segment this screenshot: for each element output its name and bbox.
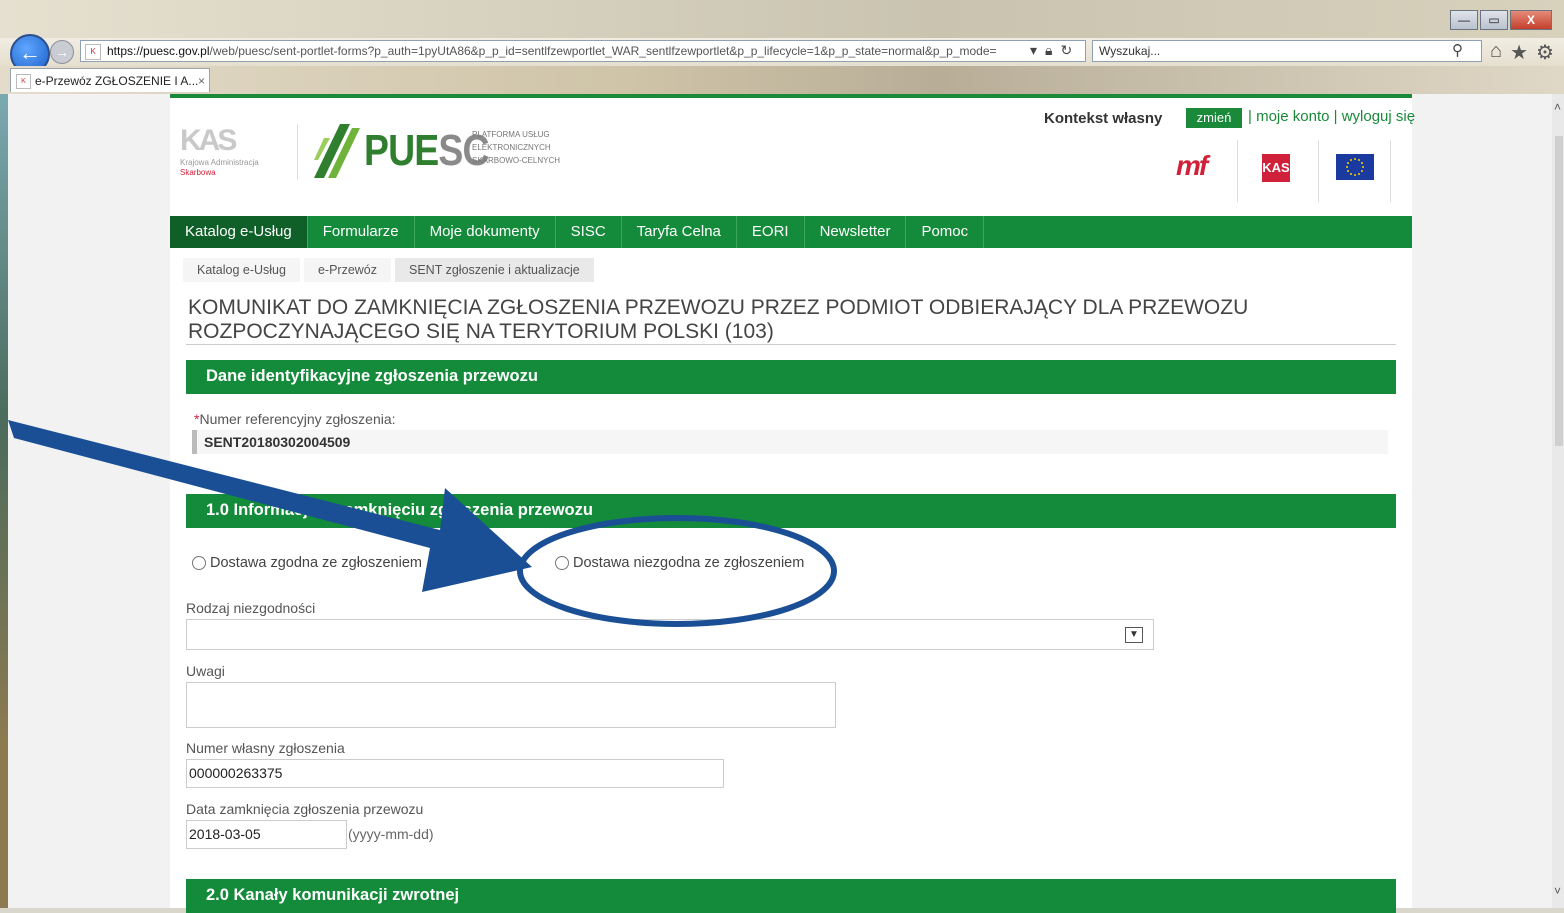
nav-item-formularze[interactable]: Formularze — [308, 216, 415, 248]
mf-logo[interactable]: mf — [1176, 150, 1208, 182]
tab-close-icon[interactable]: × — [198, 69, 205, 93]
close-window-button[interactable]: X — [1510, 10, 1552, 30]
logo-divider — [1237, 140, 1238, 202]
logo-divider — [297, 124, 298, 180]
nonconformity-type-select[interactable]: ▼ — [186, 619, 1154, 650]
gear-icon[interactable]: ⚙ — [1536, 40, 1554, 65]
radio-label: Dostawa zgodna ze zgłoszeniem — [210, 555, 422, 571]
browser-toolbar: ⌂ ★ ⚙ — [1490, 40, 1554, 65]
main-nav: Katalog e-Usług Formularze Moje dokument… — [170, 216, 1412, 248]
nav-item-sisc[interactable]: SISC — [556, 216, 622, 248]
back-arrow-icon: ← — [19, 40, 41, 65]
breadcrumb-item[interactable]: Katalog e-Usług — [183, 258, 300, 282]
nav-item-moje-dokumenty[interactable]: Moje dokumenty — [415, 216, 556, 248]
scroll-down-icon[interactable]: ˅ — [1554, 884, 1561, 898]
my-account-link[interactable]: moje konto — [1256, 108, 1329, 125]
nav-item-katalog[interactable]: Katalog e-Usług — [170, 216, 308, 248]
closure-date-input[interactable]: 2018-03-05 — [186, 820, 347, 849]
puesc-subtitle: PLATFORMA USŁUG ELEKTRONICZNYCH SKARBOWO-C… — [472, 130, 561, 165]
nav-item-newsletter[interactable]: Newsletter — [805, 216, 907, 248]
nav-item-eori[interactable]: EORI — [737, 216, 805, 248]
forward-button[interactable]: → — [50, 40, 74, 64]
kas-badge-logo[interactable]: KAS — [1262, 154, 1290, 182]
url-actions: ▾ 🔒︎ ↻ — [1030, 42, 1072, 59]
radio-delivery-noncompliant[interactable]: Dostawa niezgodna ze zgłoszeniem — [555, 555, 804, 571]
breadcrumb-item[interactable]: e-Przewóz — [303, 258, 391, 282]
puesc-wordmark: PUESC — [364, 126, 489, 175]
search-icon[interactable]: ⚲ — [1452, 41, 1463, 61]
breadcrumb: Katalog e-Usług e-Przewóz SENT zgłoszeni… — [183, 258, 598, 282]
page-title: KOMUNIKAT DO ZAMKNIĘCIA ZGŁOSZENIA PRZEW… — [188, 296, 1249, 343]
star-icon[interactable]: ★ — [1510, 40, 1528, 65]
nonconformity-type-label: Rodzaj niezgodności — [186, 600, 316, 616]
home-icon[interactable]: ⌂ — [1490, 40, 1502, 65]
remarks-label: Uwagi — [186, 663, 225, 679]
url-path: /web/puesc/sent-portlet-forms?p_auth=1py… — [209, 44, 997, 58]
scrollbar-thumb[interactable] — [1555, 136, 1563, 446]
window-titlebar — [0, 0, 1564, 40]
maximize-button[interactable]: ▭ — [1480, 10, 1508, 30]
window-controls: — ▭ X — [1450, 10, 1552, 30]
chevron-down-icon[interactable]: ▾ — [1030, 42, 1037, 59]
scroll-up-icon[interactable]: ˄ — [1554, 100, 1561, 114]
radio-delivery-compliant[interactable]: Dostawa zgodna ze zgłoszeniem — [192, 555, 422, 571]
radio-label: Dostawa niezgodna ze zgłoszeniem — [573, 555, 805, 571]
change-context-button[interactable]: zmień — [1186, 108, 1242, 128]
logout-link[interactable]: wyloguj się — [1342, 108, 1415, 125]
title-divider — [186, 344, 1396, 345]
eu-flag-icon[interactable] — [1336, 154, 1374, 180]
date-format-hint: (yyyy-mm-dd) — [348, 826, 434, 842]
chevron-down-icon[interactable]: ▼ — [1125, 627, 1143, 643]
kas-mark: KAS — [180, 124, 237, 157]
kas-line1: Krajowa Administracja — [180, 158, 259, 167]
puesc-stripes-icon — [314, 124, 360, 178]
nav-item-pomoc[interactable]: Pomoc — [906, 216, 985, 248]
browser-search-input[interactable]: Wyszukaj... ⚲ — [1092, 40, 1482, 62]
breadcrumb-current: SENT zgłoszenie i aktualizacje — [395, 258, 594, 282]
search-placeholder: Wyszukaj... — [1099, 44, 1161, 58]
logo-divider — [1390, 140, 1391, 202]
radio-button[interactable] — [192, 556, 206, 570]
site-favicon-icon: K — [85, 44, 101, 60]
refresh-icon[interactable]: ↻ — [1060, 42, 1072, 59]
url-input[interactable]: K https://puesc.gov.pl/web/puesc/sent-po… — [80, 40, 1086, 62]
kas-line2: Skarbowa — [180, 168, 216, 177]
logo-divider — [1318, 140, 1319, 202]
kas-logo[interactable]: KAS Krajowa Administracja Skarbowa — [180, 124, 280, 184]
tab-favicon-icon: K — [16, 74, 31, 89]
own-number-input[interactable]: 000000263375 — [186, 759, 724, 788]
browser-tab[interactable]: K e-Przewóz ZGŁOSZENIE I A... × — [10, 68, 210, 92]
remarks-textarea[interactable] — [186, 682, 836, 728]
nav-item-taryfa-celna[interactable]: Taryfa Celna — [622, 216, 737, 248]
context-label: Kontekst własny — [1044, 110, 1163, 127]
top-accent-bar — [170, 94, 1412, 98]
closure-date-label: Data zamknięcia zgłoszenia przewozu — [186, 801, 424, 817]
lock-icon[interactable]: 🔒︎ — [1045, 42, 1052, 59]
section-header-identification: Dane identyfikacyjne zgłoszenia przewozu — [186, 360, 1396, 394]
desktop-edge — [0, 94, 8, 908]
url-domain: https://puesc.gov.pl — [107, 44, 210, 58]
forward-arrow-icon: → — [55, 44, 69, 60]
ref-number-value: SENT20180302004509 — [192, 430, 1388, 454]
own-number-label: Numer własny zgłoszenia — [186, 740, 345, 756]
minimize-button[interactable]: — — [1450, 10, 1478, 30]
radio-button[interactable] — [555, 556, 569, 570]
tab-strip — [0, 66, 1564, 94]
section-header-closure-info: 1.0 Informacja o zamknięciu zgłoszenia p… — [186, 494, 1396, 528]
ref-number-label: *Numer referencyjny zgłoszenia: — [194, 411, 396, 427]
tab-title: e-Przewóz ZGŁOSZENIE I A... — [35, 74, 199, 88]
account-links: | moje konto | wyloguj się — [1248, 108, 1416, 125]
